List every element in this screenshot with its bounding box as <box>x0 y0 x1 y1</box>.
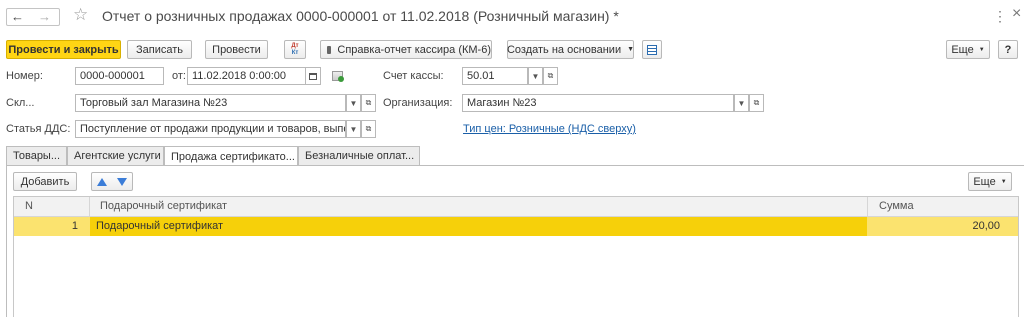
dt-kt-icon-bottom: Кт <box>291 49 299 56</box>
structure-icon <box>647 44 657 55</box>
dds-open-button[interactable]: ⧉ <box>361 120 376 138</box>
cash-account-open-button[interactable]: ⧉ <box>543 67 558 85</box>
structure-button[interactable] <box>642 40 662 59</box>
organization-field[interactable]: Магазин №23 <box>462 94 734 112</box>
save-button[interactable]: Записать <box>127 40 192 59</box>
number-field[interactable]: 0000-000001 <box>75 67 164 85</box>
cash-account-label: Счет кассы: <box>383 70 444 82</box>
organization-label: Организация: <box>383 97 453 109</box>
cash-account-field[interactable]: 50.01 <box>462 67 528 85</box>
chevron-down-icon: ▼ <box>978 46 985 53</box>
tab-agent-services[interactable]: Агентские услуги <box>67 146 164 165</box>
price-type-link[interactable]: Тип цен: Розничные (НДС сверху) <box>463 123 636 135</box>
more-button[interactable]: Еще ▼ <box>946 40 990 59</box>
post-and-close-button[interactable]: Провести и закрыть <box>6 40 121 59</box>
window-title: Отчет о розничных продажах 0000-000001 о… <box>102 8 619 24</box>
tab-goods[interactable]: Товары... <box>6 146 67 165</box>
warehouse-dropdown[interactable]: ▼ <box>346 94 361 112</box>
tab-certificate-sales[interactable]: Продажа сертификато... <box>164 146 298 166</box>
move-up-icon[interactable] <box>97 177 107 186</box>
title-bar: ← → ☆ Отчет о розничных продажах 0000-00… <box>0 0 1024 34</box>
dt-kt-icon-top: Дт <box>291 42 299 49</box>
date-from-label: от: <box>172 70 186 82</box>
column-header-certificate[interactable]: Подарочный сертификат <box>100 200 227 212</box>
warehouse-field[interactable]: Торговый зал Магазина №23 <box>75 94 346 112</box>
add-button[interactable]: Добавить <box>13 172 77 191</box>
organization-dropdown[interactable]: ▼ <box>734 94 749 112</box>
column-header-n[interactable]: N <box>25 200 33 212</box>
more-label: Еще <box>951 43 974 56</box>
cashier-report-label: Справка-отчет кассира (КМ-6) <box>337 43 491 56</box>
warehouse-label: Скл... <box>6 97 35 109</box>
dds-dropdown[interactable]: ▼ <box>346 120 361 138</box>
row-number: 1 <box>71 220 78 232</box>
chevron-down-icon: ▼ <box>627 46 635 53</box>
back-icon[interactable]: ← <box>11 9 24 24</box>
date-field[interactable]: 11.02.2018 0:00:00 <box>187 67 306 85</box>
row-certificate[interactable]: Подарочный сертификат <box>96 220 223 232</box>
favorite-star-icon[interactable]: ☆ <box>73 5 88 25</box>
move-buttons <box>91 172 133 191</box>
calendar-button[interactable] <box>305 67 321 85</box>
dt-kt-button[interactable]: Дт Кт <box>284 40 306 59</box>
cash-account-dropdown[interactable]: ▼ <box>528 67 543 85</box>
column-header-amount[interactable]: Сумма <box>879 200 914 212</box>
cashier-report-button[interactable]: Справка-отчет кассира (КМ-6) <box>320 40 492 59</box>
calendar-icon <box>309 72 317 80</box>
create-based-on-button[interactable]: Создать на основании ▼ <box>507 40 634 59</box>
more-menu-icon[interactable]: ⋮ <box>993 8 1007 25</box>
move-down-icon[interactable] <box>117 177 127 186</box>
organization-open-button[interactable]: ⧉ <box>749 94 764 112</box>
dds-label: Статья ДДС: <box>6 123 71 135</box>
forward-icon[interactable]: → <box>38 9 51 24</box>
post-button[interactable]: Провести <box>205 40 268 59</box>
dds-field[interactable]: Поступление от продажи продукции и товар… <box>75 120 346 138</box>
tab-cashless-payments[interactable]: Безналичные оплат... <box>298 146 420 165</box>
printer-icon <box>327 45 332 54</box>
create-based-on-label: Создать на основании <box>506 43 622 56</box>
post-status-check-icon <box>338 76 344 82</box>
chevron-down-icon: ▼ <box>1000 178 1007 185</box>
row-amount[interactable]: 20,00 <box>870 220 1000 232</box>
table-more-label: Еще <box>973 175 996 188</box>
help-button[interactable]: ? <box>998 40 1018 59</box>
warehouse-open-button[interactable]: ⧉ <box>361 94 376 112</box>
table-more-button[interactable]: Еще ▼ <box>968 172 1012 191</box>
close-icon[interactable]: × <box>1012 5 1021 23</box>
number-label: Номер: <box>6 70 43 82</box>
